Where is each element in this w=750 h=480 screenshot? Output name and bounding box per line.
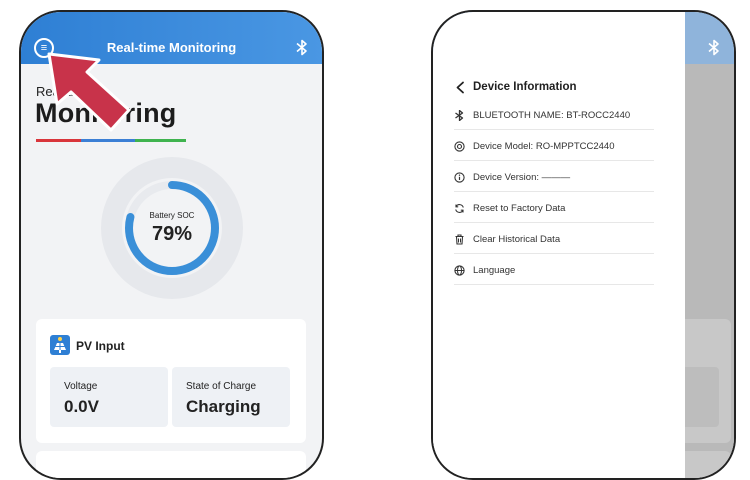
menu-item-label: Device Model: RO-MPPTCC2440 [473, 141, 615, 152]
menu-item-label: BLUETOOTH NAME: BT-ROCC2440 [473, 110, 631, 121]
phone-left-screen: ≡ Real-time Monitoring Real-time Monitor… [19, 10, 324, 480]
pv-input-title: PV Input [76, 339, 125, 353]
stat-value: 0.0V [64, 397, 99, 416]
info-icon [454, 172, 465, 183]
back-chevron-icon[interactable] [455, 81, 465, 94]
trash-icon [455, 234, 464, 245]
menu-item-label: Reset to Factory Data [473, 203, 566, 214]
bluetooth-icon [708, 39, 719, 56]
menu-item-label: Language [473, 265, 516, 276]
menu-item-bluetooth-name[interactable]: BLUETOOTH NAME: BT-ROCC2440 [454, 99, 654, 130]
voltage-stat: Voltage 0.0V [50, 367, 168, 427]
bluetooth-icon [455, 110, 464, 121]
globe-icon [454, 265, 465, 276]
pointer-arrow-icon [47, 52, 131, 132]
pv-input-card: PV Input Voltage 0.0V State of Charge Ch… [36, 319, 306, 443]
menu-item-device-model[interactable]: Device Model: RO-MPPTCC2440 [454, 130, 654, 161]
stat-label: State of Charge [186, 381, 257, 392]
side-drawer: Device Information BLUETOOTH NAME: BT-RO… [433, 12, 685, 478]
solar-panel-icon [50, 335, 70, 355]
state-of-charge-stat: State of Charge Charging [172, 367, 290, 427]
stat-value: Charging [186, 397, 261, 416]
gauge-value: 79% [151, 223, 193, 245]
menu-item-clear-history[interactable]: Clear Historical Data [454, 223, 654, 254]
menu-item-language[interactable]: Language [454, 254, 654, 285]
phone-right-screen: Device Information BLUETOOTH NAME: BT-RO… [431, 10, 736, 480]
bluetooth-icon[interactable] [296, 39, 308, 56]
gauge-label: Battery SOC [149, 211, 195, 220]
stat-label: Voltage [64, 381, 98, 392]
reset-icon [455, 204, 464, 213]
device-model-icon [454, 141, 465, 152]
drawer-title: Device Information [473, 81, 577, 93]
menu-item-label: Device Version: ——— [473, 172, 571, 183]
menu-item-reset-factory[interactable]: Reset to Factory Data [454, 192, 654, 223]
menu-item-device-version[interactable]: Device Version: ——— [454, 161, 654, 192]
next-card [36, 451, 306, 478]
menu-item-label: Clear Historical Data [473, 234, 561, 245]
title-underline [36, 139, 186, 142]
